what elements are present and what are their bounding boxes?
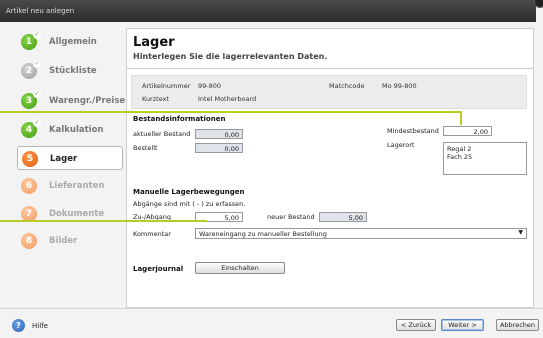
check-icon: ✓ [33,119,41,127]
step-number-icon: 5 [22,151,38,167]
ordered-label: Bestellt [133,144,158,152]
wizard-sidebar: 1 ✓ Allgemein 2 ✓ Stückliste 3 ✓ Warengr… [0,22,126,308]
enable-journal-button[interactable]: Einschalten [195,262,285,274]
cancel-button[interactable]: Abbrechen [496,319,539,331]
manual-movements-heading: Manuelle Lagerbewegungen [133,188,245,196]
help-icon[interactable]: ? [12,319,25,332]
title-bar: Artikel neu anlegen [0,0,536,22]
back-button[interactable]: < Zurück [396,319,436,331]
article-info-box: Artikelnummer 99-800 Kurztext Intel Moth… [131,75,527,109]
callout-line-min-stock [0,111,461,113]
check-icon: ✓ [33,31,41,39]
step-number-icon: 8 [21,233,37,249]
stock-info-heading: Bestandsinformationen [133,115,226,123]
min-stock-label: Mindestbestand [387,127,439,135]
window-title: Artikel neu anlegen [6,7,75,15]
new-stock-field: 5,00 [319,212,367,222]
matchcode-value: Mo 99-800 [382,82,417,90]
header-divider [127,68,533,69]
sidebar-item-label: Bilder [49,236,78,246]
chevron-down-icon: ▼ [518,229,523,236]
sidebar-item-label: Dokumente [49,209,105,219]
storage-location-label: Lagerort [387,141,415,149]
sidebar-item-stueckliste[interactable]: 2 ✓ Stückliste [17,59,123,83]
step-number-icon: 6 [21,178,37,194]
sidebar-item-label: Kalkulation [49,125,104,135]
sidebar-item-label: Allgemein [49,37,97,47]
min-stock-field[interactable]: 2,00 [443,126,492,136]
sidebar-item-warengruppe-preise[interactable]: 3 ✓ Warengr./Preise [17,89,126,113]
help-label[interactable]: Hilfe [32,322,48,330]
sidebar-item-bilder[interactable]: 8 Bilder [17,229,123,253]
comment-select[interactable]: Wareneingang zu manueller Bestellung ▼ [195,228,527,239]
sidebar-item-label: Lieferanten [49,181,105,191]
sidebar-item-allgemein[interactable]: 1 ✓ Allgemein [17,30,123,54]
wizard-window: Artikel neu anlegen 1 ✓ Allgemein 2 ✓ St… [0,0,543,338]
sidebar-item-lager[interactable]: 5 Lager [17,146,123,170]
storage-location-line: Regal 2 [447,145,472,153]
wizard-footer: ? Hilfe < Zurück Weiter > Abbrechen [0,308,543,338]
storage-location-field[interactable]: Regal 2 Fach 25 [443,142,527,175]
page-subtitle: Hinterlegen Sie die lagerrelevanten Date… [133,52,328,61]
sidebar-item-lieferanten[interactable]: 6 Lieferanten [17,174,123,198]
current-stock-label: aktueller Bestand [133,130,191,138]
callout-line-in-out [0,220,207,222]
page-title: Lager [133,35,175,50]
next-button[interactable]: Weiter > [441,319,484,331]
article-number-label: Artikelnummer [142,82,191,90]
sidebar-item-dokumente[interactable]: 7 Dokumente [17,202,123,226]
new-stock-label: neuer Bestand [267,213,315,221]
comment-select-value: Wareneingang zu manueller Bestellung [199,230,327,238]
stock-journal-label: Lagerjournal [133,265,184,273]
matchcode-label: Matchcode [329,82,365,90]
sidebar-item-label: Warengr./Preise [49,96,126,106]
sidebar-item-label: Lager [50,154,78,164]
short-text-value: Intel Motherboard [198,95,257,103]
short-text-label: Kurztext [142,95,169,103]
check-icon: ✓ [33,90,41,98]
sidebar-item-kalkulation[interactable]: 4 ✓ Kalkulation [17,118,123,142]
movements-hint: Abgänge sind mit ( - ) zu erfassen. [133,200,246,208]
article-number-value: 99-800 [198,82,222,90]
callout-line-min-stock-v [460,111,462,125]
current-stock-field: 0,00 [195,129,243,139]
storage-location-line: Fach 25 [447,153,473,161]
sidebar-item-label: Stückliste [49,66,97,76]
check-icon: ✓ [33,60,41,68]
content-panel: Lager Hinterlegen Sie die lagerrelevante… [126,28,534,308]
ordered-field: 0,00 [195,143,243,153]
comment-label: Kommentar [133,230,171,238]
